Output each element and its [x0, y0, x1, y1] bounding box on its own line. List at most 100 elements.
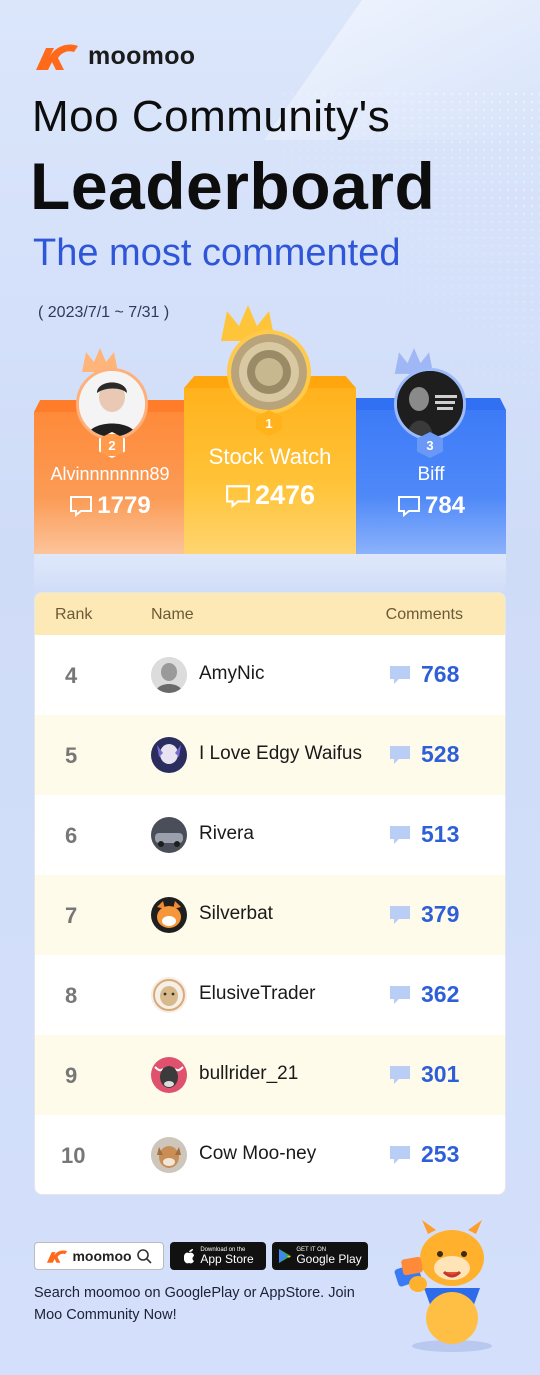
row-comments: 513	[389, 821, 459, 848]
row-name: Silverbat	[199, 903, 273, 924]
car-avatar-icon	[151, 817, 187, 853]
avatar[interactable]	[151, 657, 187, 693]
comment-icon	[390, 745, 410, 764]
podium-name[interactable]: Biff	[356, 464, 506, 486]
google-play-button[interactable]: GET IT ON Google Play	[272, 1242, 368, 1270]
row-rank: 7	[65, 903, 78, 928]
row-comments: 379	[389, 901, 459, 928]
row-comment-count: 768	[421, 661, 460, 687]
comment-icon	[390, 985, 410, 1004]
coin-avatar-icon	[231, 334, 307, 410]
row-name: I Love Edgy Waifus	[199, 743, 362, 764]
moomoo-logo: moomoo	[34, 40, 195, 72]
search-icon	[136, 1249, 152, 1264]
podium-comments: 2476	[184, 480, 356, 511]
header-rank: Rank	[55, 606, 93, 623]
app-store-text: Download on the App Store	[200, 1247, 253, 1265]
moomoo-mascot-icon	[394, 1220, 492, 1352]
row-name: ElusiveTrader	[199, 983, 316, 1004]
leaderboard-table: Rank Name Comments 4 AmyNic 768 5 I Love…	[34, 592, 506, 1195]
row-comments: 768	[389, 661, 459, 688]
avatar[interactable]	[151, 1057, 187, 1093]
row-comments: 528	[389, 741, 459, 768]
table-row[interactable]: 4 AmyNic 768	[35, 635, 505, 715]
comment-icon	[390, 825, 410, 844]
row-comments: 253	[389, 1141, 459, 1168]
subtitle: The most commented	[33, 232, 401, 274]
table-row[interactable]: 8 ElusiveTrader 362	[35, 955, 505, 1035]
row-rank: 9	[65, 1063, 78, 1088]
table-row[interactable]: 6 Rivera 513	[35, 795, 505, 875]
row-name: Rivera	[199, 823, 254, 844]
row-rank: 10	[61, 1143, 86, 1168]
comment-icon	[390, 1065, 410, 1084]
row-name: AmyNic	[199, 663, 265, 684]
podium-comment-count: 784	[424, 492, 466, 519]
app-store-label: App Store	[200, 1252, 254, 1266]
apple-icon	[184, 1249, 195, 1264]
row-rank: 6	[65, 823, 78, 848]
avatar[interactable]	[151, 817, 187, 853]
header-name: Name	[151, 606, 194, 623]
comment-icon	[390, 1145, 410, 1164]
avatar[interactable]	[151, 737, 187, 773]
date-range: ( 2023/7/1 ~ 7/31 )	[38, 304, 170, 321]
brand-name: moomoo	[88, 41, 196, 70]
row-comment-count: 513	[421, 821, 460, 847]
search-badge-text: moomoo	[72, 1248, 132, 1264]
table-row[interactable]: 9 bullrider_21 301	[35, 1035, 505, 1115]
title-line-1: Moo Community's	[32, 92, 391, 141]
podium-name[interactable]: Alvinnnnnnn89	[34, 464, 186, 485]
moomoo-search-badge[interactable]: moomoo	[34, 1242, 164, 1270]
avatar[interactable]	[151, 1137, 187, 1173]
row-comments: 362	[389, 981, 459, 1008]
avatar[interactable]	[151, 977, 187, 1013]
row-rank: 8	[65, 983, 78, 1008]
avatar[interactable]	[227, 330, 311, 414]
row-comment-count: 379	[421, 901, 460, 927]
row-rank: 5	[65, 743, 78, 768]
row-name: bullrider_21	[199, 1063, 299, 1084]
moomoo-logo-icon	[47, 1250, 68, 1263]
podium-comment-count: 1779	[97, 492, 151, 519]
table-row[interactable]: 10 Cow Moo-ney 253	[35, 1115, 505, 1194]
avatar[interactable]	[76, 368, 148, 440]
podium-comments: 784	[356, 492, 506, 520]
podium-comment-count: 2476	[254, 480, 316, 510]
google-play-text: GET IT ON Google Play	[296, 1247, 361, 1265]
row-comment-count: 362	[421, 981, 460, 1007]
comment-icon	[397, 496, 420, 517]
podium-name[interactable]: Stock Watch	[184, 444, 356, 470]
title-line-2: Leaderboard	[30, 149, 436, 223]
portrait-avatar-icon	[397, 371, 463, 437]
row-rank: 4	[65, 663, 78, 688]
podium-comments: 1779	[34, 492, 186, 520]
comment-icon	[390, 905, 410, 924]
row-name: Cow Moo-ney	[199, 1143, 317, 1164]
comment-icon	[390, 665, 410, 684]
table-header: Rank Name Comments	[35, 593, 505, 635]
anime-avatar-icon	[151, 737, 187, 773]
moomoo-logo-icon	[36, 44, 78, 70]
app-store-button[interactable]: Download on the App Store	[170, 1242, 266, 1270]
google-play-label: Google Play	[296, 1252, 362, 1266]
person-avatar-icon	[79, 371, 145, 437]
comment-icon	[70, 496, 93, 517]
bull-avatar-icon	[151, 1057, 187, 1093]
shiba-avatar-icon	[151, 897, 187, 933]
dog-avatar-icon	[151, 1137, 187, 1173]
podium-reflection	[34, 554, 506, 594]
store-badges: moomoo Download on the App Store GET IT …	[34, 1242, 368, 1270]
google-play-icon	[279, 1249, 292, 1263]
leopard-avatar-icon	[151, 977, 187, 1013]
table-row[interactable]: 7 Silverbat 379	[35, 875, 505, 955]
avatar[interactable]	[151, 897, 187, 933]
header-comments: Comments	[385, 606, 463, 623]
row-comment-count: 253	[421, 1141, 460, 1167]
row-comments: 301	[389, 1061, 459, 1088]
avatar[interactable]	[394, 368, 466, 440]
footer-text: Search moomoo on GooglePlay or AppStore.…	[34, 1285, 355, 1323]
table-row[interactable]: 5 I Love Edgy Waifus 528	[35, 715, 505, 795]
row-comment-count: 528	[421, 741, 460, 767]
person-avatar-icon	[151, 657, 187, 693]
